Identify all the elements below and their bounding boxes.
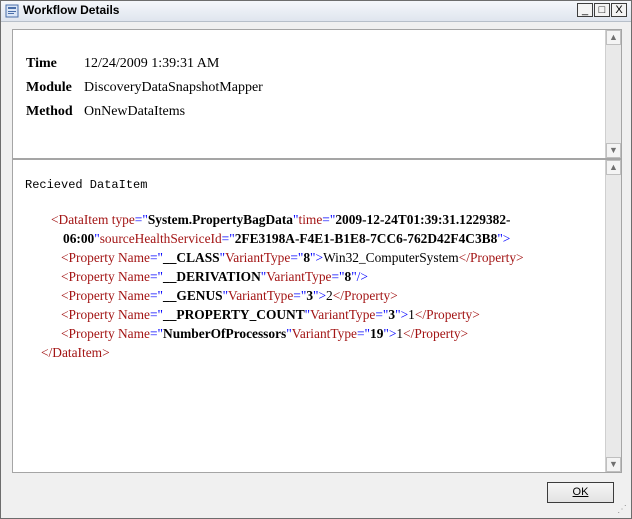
xml-property-close-tag: </Property> — [332, 288, 398, 303]
xml-symbol: =" — [375, 307, 389, 322]
xml-symbol: =" — [293, 288, 307, 303]
xml-property-line: <Property Name="__CLASS"VariantType="8">… — [33, 248, 593, 267]
details-heading: Recieved DataItem — [25, 178, 148, 192]
xml-root-open: <DataItem type="System.PropertyBagData"t… — [51, 212, 511, 227]
xml-properties: <Property Name="__CLASS"VariantType="8">… — [33, 248, 593, 343]
xml-time-continuation: 06:00 — [63, 231, 95, 246]
xml-property-close-tag: </Property> — [414, 307, 480, 322]
xml-property-name: NumberOfProcessors — [163, 326, 287, 341]
xml-symbol: "> — [383, 326, 397, 341]
xml-property-value: 2 — [326, 288, 333, 303]
summary-scrollbar[interactable]: ▲ ▼ — [605, 30, 621, 158]
xml-attr-name: sourceHealthServiceId — [99, 231, 222, 246]
time-value: 12/24/2009 1:39:31 AM — [84, 56, 220, 71]
xml-property-line: <Property Name="__PROPERTY_COUNT"Variant… — [33, 305, 593, 324]
xml-attr-name: time — [298, 212, 323, 227]
xml-attr-name: VariantType — [225, 250, 291, 265]
scroll-up-icon[interactable]: ▲ — [606, 30, 621, 45]
module-label: Module — [26, 80, 72, 95]
xml-attr-name: VariantType — [228, 288, 294, 303]
xml-attr-name: VariantType — [291, 326, 357, 341]
xml-symbol: "> — [310, 250, 324, 265]
xml-property-name: __DERIVATION — [163, 269, 261, 284]
close-button[interactable]: X — [611, 3, 627, 17]
details-scrollbar[interactable]: ▲ ▼ — [605, 160, 621, 472]
title-bar[interactable]: Workflow Details _ □ X — [1, 1, 631, 22]
xml-symbol: "> — [313, 288, 327, 303]
xml-attr-value: 2009-12-24T01:39:31.1229382- — [335, 212, 511, 227]
xml-property-value: 1 — [408, 307, 415, 322]
summary-fields: Time 12/24/2009 1:39:31 AM Module Discov… — [26, 52, 263, 124]
xml-symbol: =" — [150, 288, 164, 303]
workflow-window-icon — [5, 4, 19, 18]
xml-property-value: Win32_ComputerSystem — [323, 250, 459, 265]
scroll-down-icon[interactable]: ▼ — [606, 143, 621, 158]
xml-root-open-continued: 06:00"sourceHealthServiceId="2FE3198A-F4… — [63, 231, 511, 246]
xml-property-name: __CLASS — [163, 250, 220, 265]
xml-root-close-tag: </DataItem> — [41, 345, 110, 360]
xml-symbol: =" — [331, 269, 345, 284]
method-value: OnNewDataItems — [84, 104, 186, 119]
module-value: DiscoveryDataSnapshotMapper — [84, 80, 263, 95]
xml-attr-name: Name — [118, 326, 150, 341]
xml-symbol: =" — [150, 250, 164, 265]
time-row: Time 12/24/2009 1:39:31 AM — [26, 52, 263, 76]
xml-property-variant: 19 — [370, 326, 384, 341]
resize-grip-icon[interactable]: ⋰ — [617, 504, 629, 516]
xml-attr-name: Name — [118, 269, 150, 284]
xml-property-tag: <Property — [61, 250, 119, 265]
xml-view: <DataItem type="System.PropertyBagData"t… — [33, 210, 593, 362]
xml-symbol: =" — [290, 250, 304, 265]
method-label: Method — [26, 104, 73, 119]
xml-property-line: <Property Name="NumberOfProcessors"Varia… — [33, 324, 593, 343]
xml-attr-name: VariantType — [266, 269, 332, 284]
xml-property-tag: <Property — [61, 288, 119, 303]
xml-property-variant: 3 — [306, 288, 314, 303]
scroll-up-icon[interactable]: ▲ — [606, 160, 621, 175]
xml-attr-name: Name — [118, 307, 150, 322]
xml-attr-name: Name — [118, 250, 150, 265]
maximize-button[interactable]: □ — [594, 3, 610, 17]
xml-symbol: =" — [150, 269, 164, 284]
time-label: Time — [26, 56, 57, 71]
xml-attr-value: 2FE3198A-F4E1-B1E8-7CC6-762D42F4C3B8 — [234, 231, 498, 246]
xml-attr-name: type — [111, 212, 135, 227]
details-panel[interactable]: Recieved DataItem <DataItem type="System… — [12, 159, 622, 473]
xml-root-tag: <DataItem — [51, 212, 109, 227]
xml-property-close-tag: </Property> — [458, 250, 524, 265]
xml-symbol: =" — [150, 326, 164, 341]
workflow-details-window: Workflow Details _ □ X Time 12/24/2009 1… — [0, 0, 632, 519]
window-title: Workflow Details — [23, 3, 120, 17]
summary-panel[interactable]: Time 12/24/2009 1:39:31 AM Module Discov… — [12, 29, 622, 159]
xml-property-name: __PROPERTY_COUNT — [163, 307, 305, 322]
xml-property-tag: <Property — [61, 326, 119, 341]
xml-attr-value: System.PropertyBagData — [147, 212, 293, 227]
xml-property-name: __GENUS — [163, 288, 223, 303]
scroll-down-icon[interactable]: ▼ — [606, 457, 621, 472]
xml-symbol: "> — [395, 307, 409, 322]
xml-attr-name: VariantType — [310, 307, 376, 322]
xml-property-close-tag: </Property> — [403, 326, 469, 341]
module-row: Module DiscoveryDataSnapshotMapper — [26, 76, 263, 100]
xml-property-line: <Property Name="__GENUS"VariantType="3">… — [33, 286, 593, 305]
xml-root-close: </DataItem> — [33, 343, 593, 362]
minimize-button[interactable]: _ — [577, 3, 593, 17]
xml-symbol: =" — [150, 307, 164, 322]
xml-property-line: <Property Name="__DERIVATION"VariantType… — [33, 267, 593, 286]
xml-symbol: "/> — [351, 269, 368, 284]
ok-button[interactable]: OK — [547, 482, 614, 503]
xml-property-tag: <Property — [61, 307, 119, 322]
xml-symbol: =" — [356, 326, 370, 341]
xml-attr-name: Name — [118, 288, 150, 303]
method-row: Method OnNewDataItems — [26, 100, 263, 124]
xml-property-tag: <Property — [61, 269, 119, 284]
